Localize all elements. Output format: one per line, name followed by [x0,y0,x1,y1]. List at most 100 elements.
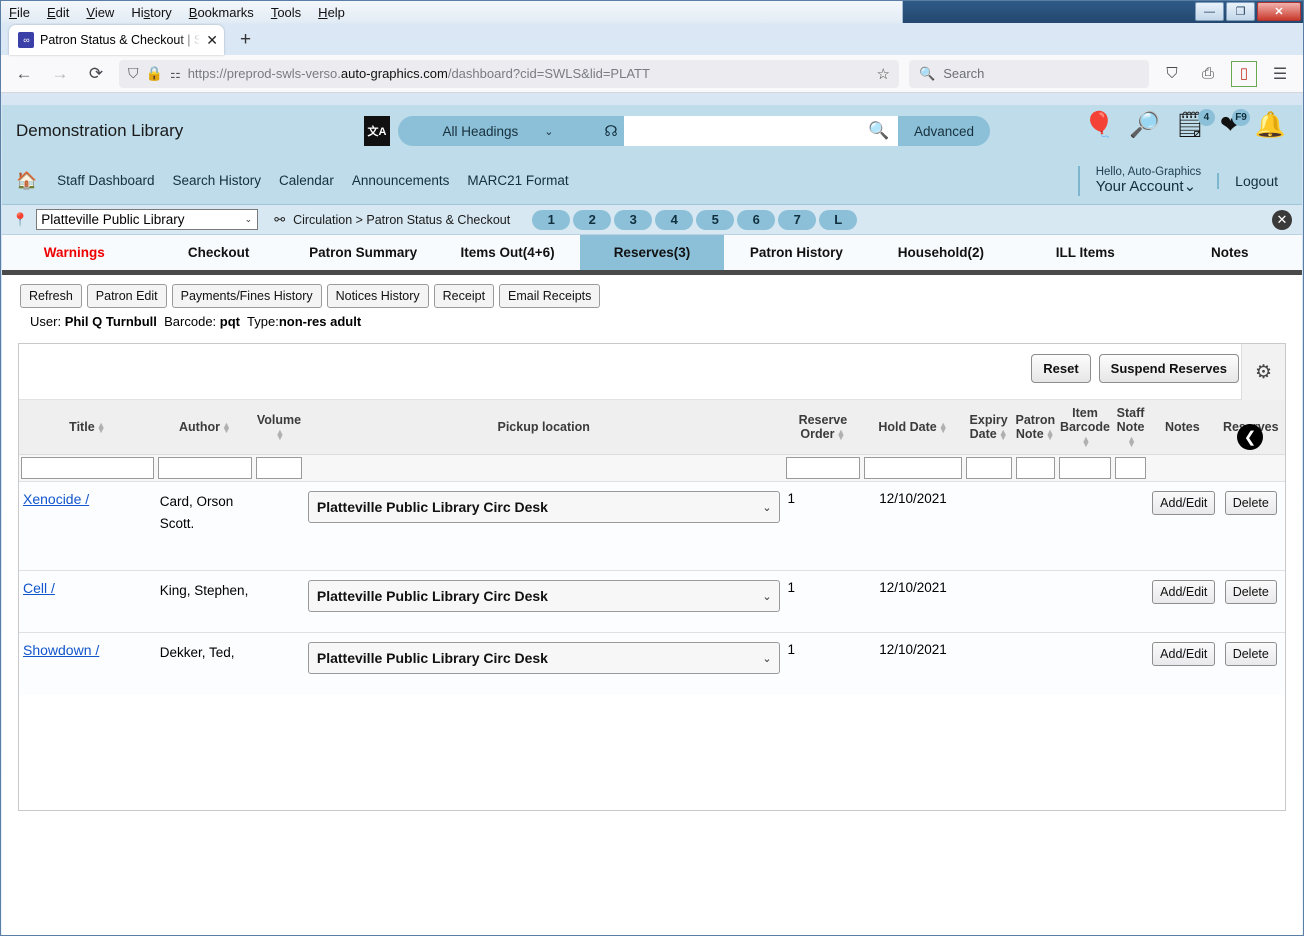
title-link[interactable]: Cell / [23,580,55,596]
search-submit-button[interactable]: 🔍 [860,116,898,146]
close-window-button[interactable]: ✕ [1257,2,1301,21]
email-receipts-button[interactable]: Email Receipts [499,284,601,308]
menu-tools[interactable]: Tools [271,5,301,20]
delete-reserve-button[interactable]: Delete [1224,491,1277,515]
favorites-heart-icon[interactable]: ❤ F9 [1220,109,1250,138]
restore-button[interactable]: ❐ [1226,2,1255,21]
patron-edit-button[interactable]: Patron Edit [86,284,167,308]
add-edit-note-button[interactable]: Add/Edit [1152,491,1216,515]
col-author[interactable]: Author ▲ ▼ [155,400,255,455]
filter-title-input[interactable] [21,457,154,479]
menu-bookmarks[interactable]: Bookmarks [189,5,254,20]
bookmark-star-icon[interactable]: ☆ [877,65,890,83]
suspend-reserves-button[interactable]: Suspend Reserves [1098,354,1239,383]
patron-slot-2[interactable]: 2 [573,209,612,230]
receipt-button[interactable]: Receipt [433,284,495,308]
patron-slot-4[interactable]: 4 [655,209,694,230]
notices-history-button[interactable]: Notices History [326,284,429,308]
tab-patron-summary[interactable]: Patron Summary [291,235,435,270]
nav-link-marc21-format[interactable]: MARC21 Format [467,173,568,188]
patron-slot-1[interactable]: 1 [532,209,571,230]
nav-link-calendar[interactable]: Calendar [279,173,334,188]
browser-search-box[interactable]: 🔍 Search [909,59,1149,88]
search-input[interactable] [624,116,860,146]
browser-tab[interactable]: ∞ Patron Status & Checkout | SWL ✕ [9,25,224,55]
filter-hold-date-input[interactable] [864,457,962,479]
pocket-icon[interactable]: ⛉ [1159,61,1185,87]
filter-staff-note-input[interactable] [1114,457,1147,479]
menu-edit[interactable]: Edit [47,5,69,20]
new-tab-button[interactable]: + [240,29,251,51]
menu-history[interactable]: History [131,5,171,20]
tab-household[interactable]: Household(2) [869,235,1013,270]
col-patron-note[interactable]: Patron Note ▲ ▼ [1013,400,1057,455]
filter-item-barcode-input[interactable] [1059,457,1111,479]
patron-slot-3[interactable]: 3 [614,209,653,230]
home-icon[interactable]: 🏠 [16,171,37,191]
reload-icon[interactable]: ⟳ [83,61,109,87]
advanced-search-button[interactable]: Advanced [898,116,991,146]
gear-icon[interactable]: ⚙ [1241,344,1285,400]
nav-link-announcements[interactable]: Announcements [352,173,450,188]
patron-slot-l[interactable]: L [819,209,858,230]
print-icon[interactable]: ⎙ [1195,61,1221,87]
add-edit-note-button[interactable]: Add/Edit [1152,642,1216,666]
col-reserve-order[interactable]: Reserve Order ▲ ▼ [783,400,863,455]
payments-fines-history-button[interactable]: Payments/Fines History [171,284,322,308]
col-hold-date[interactable]: Hold Date ▲ ▼ [862,400,964,455]
pickup-location-select[interactable]: Platteville Public Library Circ Desk ⌄ [307,580,780,612]
filter-expiry-date-input[interactable] [965,457,1012,479]
nav-link-search-history[interactable]: Search History [173,173,262,188]
delete-reserve-button[interactable]: Delete [1224,642,1277,666]
tab-patron-history[interactable]: Patron History [724,235,868,270]
filter-reserve-order-input[interactable] [785,457,861,479]
nav-link-staff-dashboard[interactable]: Staff Dashboard [57,173,154,188]
reset-button[interactable]: Reset [1031,354,1091,383]
my-list-icon[interactable]: 🗒 4 [1174,109,1215,138]
patron-slot-5[interactable]: 5 [696,209,735,230]
tab-checkout[interactable]: Checkout [146,235,290,270]
title-link[interactable]: Xenocide / [23,491,89,507]
menu-help[interactable]: Help [318,5,345,20]
add-edit-note-button[interactable]: Add/Edit [1152,580,1216,604]
col-title[interactable]: Title ▲ ▼ [19,400,156,455]
filter-volume-input[interactable] [256,457,302,479]
patron-slot-7[interactable]: 7 [778,209,817,230]
extension-shield-icon[interactable]: ▯ [1231,60,1257,87]
search-scope-select[interactable]: All Headings ⌄ [398,116,598,146]
library-select[interactable]: Platteville Public Library ⌄ [36,209,259,230]
your-account-menu[interactable]: Hello, Auto-Graphics Your Account⌄ [1077,166,1217,196]
image-search-icon[interactable]: 🔎 [1129,113,1160,138]
tab-notes[interactable]: Notes [1158,235,1302,270]
address-bar[interactable]: ⛉ 🔒 ⚏ https://preprod-swls-verso.auto-gr… [119,59,899,88]
pickup-location-select[interactable]: Platteville Public Library Circ Desk ⌄ [307,642,780,674]
collapse-left-icon[interactable]: ❮ [1237,424,1263,450]
title-link[interactable]: Showdown / [23,642,99,658]
tab-items-out[interactable]: Items Out(4+6) [435,235,579,270]
database-icon[interactable]: ☊ [598,116,624,146]
pickup-location-select[interactable]: Platteville Public Library Circ Desk ⌄ [307,491,780,523]
tab-warnings[interactable]: Warnings [2,235,146,270]
tab-ill-items[interactable]: ILL Items [1013,235,1157,270]
tab-reserves[interactable]: Reserves(3) [579,235,725,270]
balloon-icon[interactable]: 🎈 [1084,113,1115,138]
minimize-button[interactable]: — [1195,2,1224,21]
forward-icon[interactable]: → [47,61,73,87]
menu-view[interactable]: View [86,5,114,20]
patron-slot-6[interactable]: 6 [737,209,776,230]
hamburger-menu-icon[interactable]: ☰ [1267,61,1293,87]
filter-author-input[interactable] [157,457,253,479]
close-session-icon[interactable]: ✕ [1272,210,1292,230]
back-icon[interactable]: ← [11,61,37,87]
refresh-button[interactable]: Refresh [20,284,82,308]
logout-link[interactable]: Logout [1217,173,1286,189]
col-expiry-date[interactable]: Expiry Date ▲ ▼ [963,400,1014,455]
filter-patron-note-input[interactable] [1015,457,1055,479]
col-volume[interactable]: Volume ▲ ▼ [254,400,304,455]
close-tab-icon[interactable]: ✕ [206,33,218,47]
language-icon[interactable]: 文A [364,116,390,146]
menu-file[interactable]: File [9,5,30,20]
delete-reserve-button[interactable]: Delete [1224,580,1277,604]
col-staff-note[interactable]: Staff Note ▲ ▼ [1112,400,1149,455]
notifications-bell-icon[interactable]: 🔔 [1255,113,1286,138]
